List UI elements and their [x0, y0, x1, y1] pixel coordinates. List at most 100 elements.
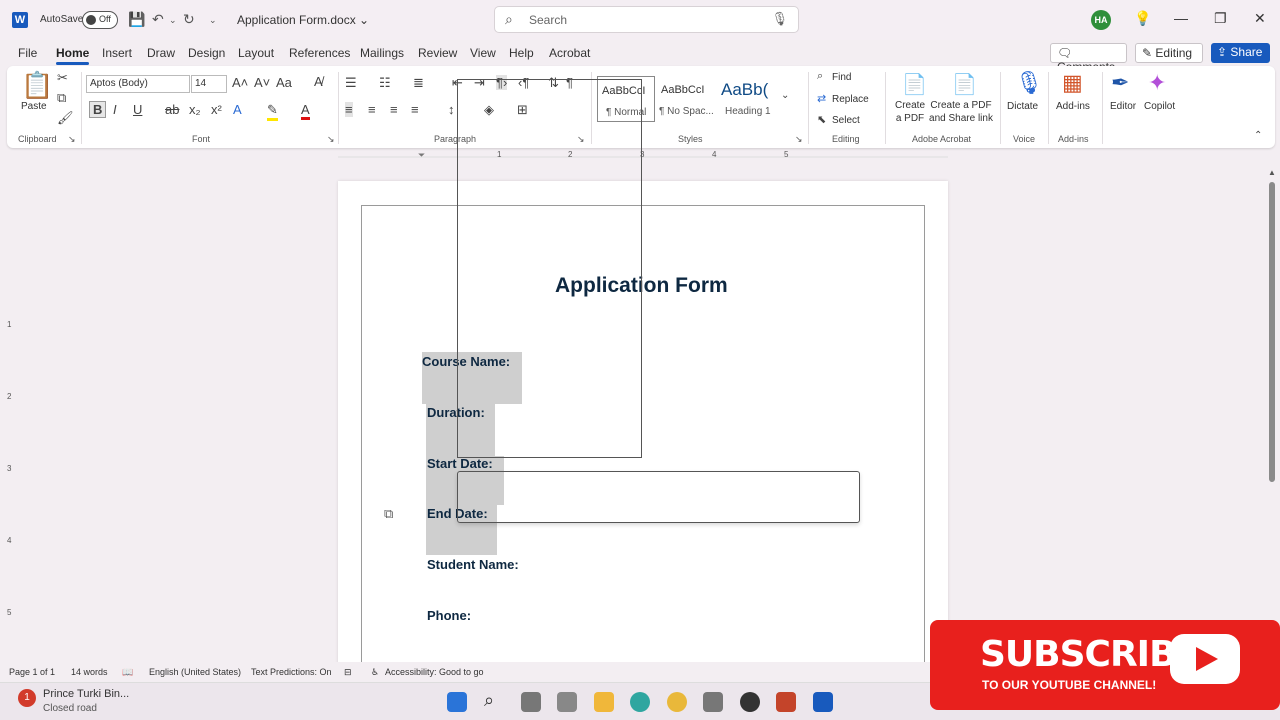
font-color-icon[interactable]: A	[301, 102, 310, 120]
drawn-rectangle[interactable]	[457, 471, 860, 523]
word-count[interactable]: 14 words	[71, 667, 108, 677]
format-painter-icon[interactable]: 🖌	[57, 110, 74, 126]
chrome-icon[interactable]	[667, 692, 687, 712]
tab-home[interactable]: Home	[56, 46, 90, 65]
avatar[interactable]: HA	[1091, 10, 1111, 30]
field-phone[interactable]: Phone:	[427, 608, 471, 623]
vertical-scrollbar[interactable]: ▲	[1266, 168, 1278, 660]
undo-dropdown-icon[interactable]: ⌄	[169, 15, 177, 26]
justify-icon[interactable]: ≡	[411, 102, 419, 117]
notification-title[interactable]: Prince Turki Bin...	[43, 688, 129, 700]
scroll-up-icon[interactable]: ▲	[1268, 168, 1276, 177]
app-icon[interactable]	[703, 692, 723, 712]
field-student-name[interactable]: Student Name:	[427, 557, 519, 572]
align-center-icon[interactable]: ≡	[368, 102, 376, 117]
font-launcher-icon[interactable]: ↘	[327, 134, 335, 145]
edge-icon[interactable]	[630, 692, 650, 712]
highlight-icon[interactable]: ✎	[267, 102, 278, 121]
tab-draw[interactable]: Draw	[147, 46, 175, 60]
paste-icon[interactable]: 📋	[21, 70, 53, 101]
editor-icon[interactable]: ✒	[1111, 70, 1129, 96]
vertical-ruler[interactable]: 1 2 3 4 5	[0, 168, 20, 658]
replace-button[interactable]: Replace	[832, 94, 869, 105]
tab-design[interactable]: Design	[188, 46, 225, 60]
macro-icon[interactable]: ⊟	[344, 667, 352, 678]
scrollbar-thumb[interactable]	[1269, 182, 1275, 482]
subscribe-banner[interactable]: SUBSCRIBE TO OUR YOUTUBE CHANNEL!	[930, 620, 1280, 710]
file-explorer-icon[interactable]	[594, 692, 614, 712]
lightbulb-icon[interactable]: 💡	[1134, 10, 1151, 27]
copy-icon[interactable]: ⧉	[57, 90, 66, 106]
text-effects-icon[interactable]: A	[233, 102, 242, 117]
find-icon[interactable]: ⌕	[817, 70, 823, 83]
word-app-icon[interactable]: W	[12, 12, 28, 28]
paste-label[interactable]: Paste	[21, 101, 47, 112]
styles-launcher-icon[interactable]: ↘	[795, 134, 803, 145]
style-heading-1[interactable]: AaBb( Heading 1	[717, 76, 775, 122]
accessibility-icon[interactable]: ♿	[371, 667, 379, 678]
taskview-icon[interactable]	[521, 692, 541, 712]
page-count[interactable]: Page 1 of 1	[9, 667, 55, 677]
addins-icon[interactable]: ▦	[1062, 70, 1083, 96]
shrink-font-icon[interactable]: A˅	[254, 75, 270, 90]
replace-icon[interactable]: ⇄	[817, 92, 826, 105]
font-size-select[interactable]: 14	[191, 75, 227, 93]
accessibility-status[interactable]: Accessibility: Good to go	[385, 667, 484, 677]
tab-acrobat[interactable]: Acrobat	[549, 46, 590, 60]
search-box[interactable]: ⌕ Search 🎙	[494, 6, 799, 33]
tab-mailings[interactable]: Mailings	[360, 46, 404, 60]
tab-layout[interactable]: Layout	[238, 46, 274, 60]
search-icon[interactable]: ⌕	[484, 690, 494, 711]
clear-formatting-icon[interactable]: A̸	[314, 74, 323, 89]
italic-icon[interactable]: I	[113, 102, 117, 117]
horizontal-ruler[interactable]: 1 2 3 4 5 ⏷	[338, 150, 948, 164]
editing-mode-button[interactable]: ✎ Editing ⌄	[1135, 43, 1203, 74]
styles-more-icon[interactable]: ⌄	[781, 90, 789, 101]
addins-button[interactable]: Add-ins	[1056, 101, 1090, 112]
word-icon[interactable]	[813, 692, 833, 712]
find-button[interactable]: Find	[832, 72, 851, 83]
dictate-button[interactable]: Dictate	[1007, 101, 1038, 112]
tab-help[interactable]: Help	[509, 46, 534, 60]
cut-icon[interactable]: ✂	[57, 70, 68, 86]
drawn-rectangle[interactable]	[457, 79, 642, 458]
align-left-icon[interactable]: ≡	[345, 102, 353, 117]
dictate-icon[interactable]: 🎙	[1015, 70, 1043, 96]
share-button[interactable]: ⇪ Share ⌄	[1211, 43, 1270, 73]
minimize-icon[interactable]: —	[1174, 10, 1188, 26]
restore-icon[interactable]: ❐	[1214, 10, 1227, 27]
tab-insert[interactable]: Insert	[102, 46, 132, 60]
tab-review[interactable]: Review	[418, 46, 457, 60]
superscript-icon[interactable]: x²	[211, 102, 222, 117]
select-button[interactable]: Select	[832, 115, 860, 126]
powerpoint-icon[interactable]	[776, 692, 796, 712]
bullets-icon[interactable]: ☰	[345, 75, 357, 91]
microphone-icon[interactable]: 🎙	[771, 11, 788, 27]
save-icon[interactable]: 💾	[128, 11, 145, 28]
obs-icon[interactable]	[740, 692, 760, 712]
align-right-icon[interactable]: ≡	[390, 102, 398, 117]
layout-options-icon[interactable]: ⧉	[384, 506, 393, 522]
bold-icon[interactable]: B	[89, 101, 107, 118]
redo-icon[interactable]: ↻	[183, 11, 195, 28]
close-icon[interactable]: ✕	[1254, 10, 1266, 27]
create-share-pdf-icon[interactable]: 📄	[952, 72, 977, 97]
create-share-pdf-button[interactable]: Create a PDF and Share link	[927, 99, 995, 125]
copilot-button[interactable]: Copilot	[1144, 101, 1175, 112]
windows-start-icon[interactable]	[447, 692, 467, 712]
autosave-toggle[interactable]: Off	[82, 11, 118, 29]
undo-icon[interactable]: ↶	[152, 11, 164, 28]
style-no-spacing[interactable]: AaBbCcI ¶ No Spac...	[657, 76, 715, 122]
grow-font-icon[interactable]: A˄	[232, 75, 248, 90]
text-predictions[interactable]: Text Predictions: On	[251, 667, 332, 677]
customize-toolbar-icon[interactable]: ⌄	[209, 15, 217, 26]
field-start-date[interactable]: Start Date:	[427, 456, 493, 471]
collapse-ribbon-icon[interactable]: ⌃	[1254, 130, 1262, 141]
underline-icon[interactable]: U	[133, 102, 142, 117]
tab-references[interactable]: References	[289, 46, 350, 60]
editor-button[interactable]: Editor	[1110, 101, 1136, 112]
document-title[interactable]: Application Form.docx ⌄	[237, 13, 369, 27]
notification-badge[interactable]: 1	[18, 689, 36, 707]
copilot-icon[interactable]: ✦	[1148, 70, 1166, 96]
subscript-icon[interactable]: x₂	[189, 102, 201, 117]
